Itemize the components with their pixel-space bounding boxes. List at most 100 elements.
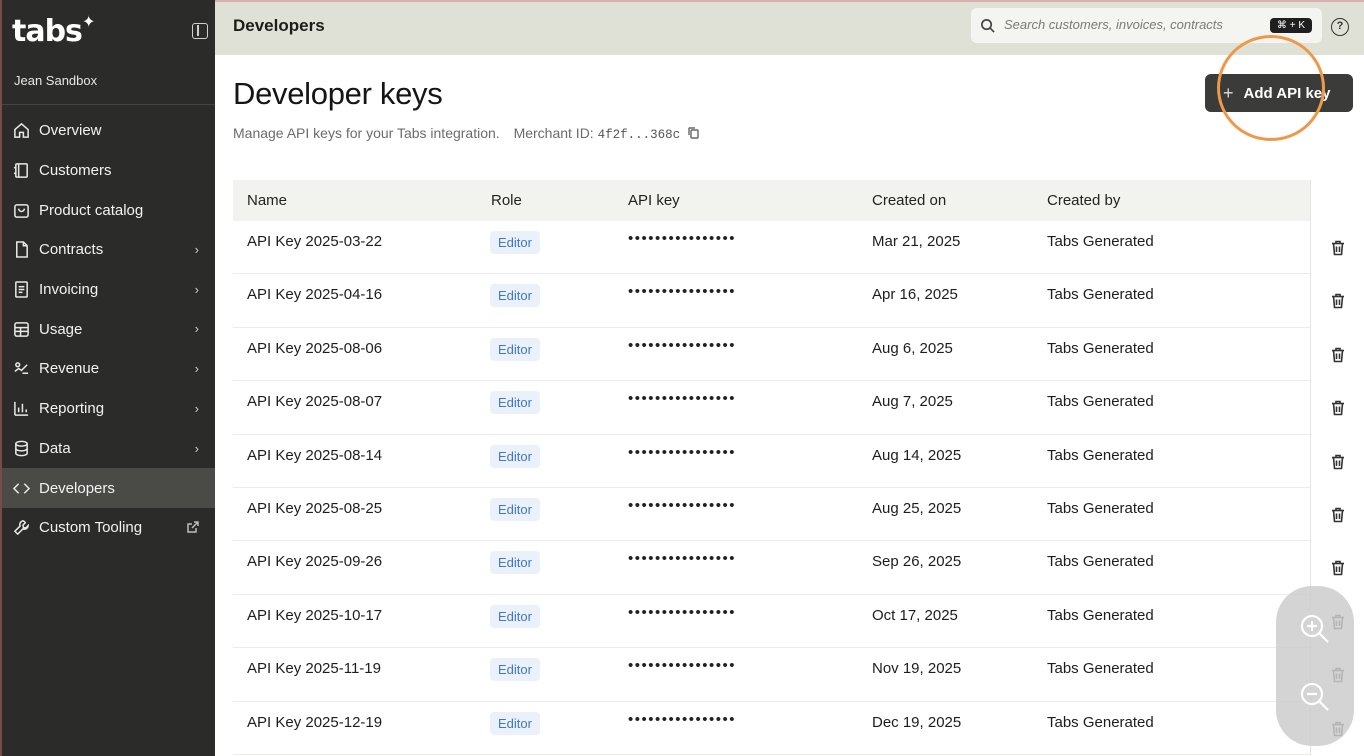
sidebar: tabs ✦ Jean Sandbox Overview Customers Pro… [0, 0, 215, 756]
created-by: Tabs Generated [1047, 446, 1154, 464]
table-row[interactable]: API Key 2025-04-16 Editor ••••••••••••••••… [233, 274, 1344, 328]
masked-api-key: •••••••••••••••• [628, 283, 737, 301]
sidebar-item-label: Usage [39, 320, 83, 338]
sidebar-item-product-catalog[interactable]: Product catalog [2, 190, 215, 230]
column-header-name[interactable]: Name [247, 192, 287, 209]
table-row[interactable]: API Key 2025-03-22 Editor ••••••••••••••••… [233, 221, 1344, 275]
key-name: API Key 2025-04-16 [247, 286, 383, 304]
created-on: Dec 19, 2025 [872, 713, 962, 731]
invoice-icon [12, 281, 30, 299]
column-header-role[interactable]: Role [491, 192, 522, 209]
chevron-right-icon: › [194, 361, 199, 377]
key-name: API Key 2025-10-17 [247, 606, 383, 624]
key-name: API Key 2025-08-06 [247, 339, 383, 357]
sidebar-nav: Overview Customers Product catalog Contract… [2, 111, 215, 548]
sidebar-item-label: Revenue [39, 360, 100, 378]
created-by: Tabs Generated [1047, 660, 1154, 678]
sidebar-item-developers[interactable]: Developers [2, 468, 215, 508]
created-on: Aug 14, 2025 [872, 446, 962, 464]
click-highlight-ring [1217, 35, 1325, 141]
chevron-right-icon: › [194, 321, 199, 337]
delete-icon[interactable] [1331, 347, 1345, 363]
masked-api-key: •••••••••••••••• [628, 550, 737, 568]
table-row[interactable]: API Key 2025-09-26 Editor ••••••••••••••••… [233, 541, 1344, 595]
table-body: API Key 2025-03-22 Editor ••••••••••••••••… [233, 221, 1353, 755]
delete-icon[interactable] [1331, 240, 1345, 256]
collapse-sidebar-icon[interactable] [192, 23, 208, 39]
table-row[interactable]: API Key 2025-08-06 Editor ••••••••••••••••… [233, 327, 1344, 382]
revenue-icon [12, 360, 30, 378]
chevron-right-icon: › [194, 242, 199, 258]
sidebar-item-label: Customers [39, 162, 112, 180]
shortcut-badge: ⌘ + K [1269, 18, 1312, 33]
sidebar-item-label: Invoicing [39, 281, 99, 299]
zoom-controls [1276, 586, 1354, 746]
chart-icon [12, 400, 30, 418]
table-row[interactable]: API Key 2025-08-07 Editor ••••••••••••••••… [233, 381, 1344, 435]
sidebar-item-data[interactable]: Data › [2, 429, 215, 469]
delete-icon[interactable] [1331, 507, 1345, 523]
masked-api-key: •••••••••••••••• [628, 657, 737, 675]
column-header-created-on[interactable]: Created on [872, 192, 946, 209]
column-header-created-by[interactable]: Created by [1047, 192, 1120, 209]
created-by: Tabs Generated [1047, 713, 1154, 731]
table-row[interactable]: API Key 2025-10-17 Editor ••••••••••••••••… [233, 594, 1344, 649]
created-by: Tabs Generated [1047, 606, 1154, 624]
table-row[interactable]: API Key 2025-08-25 Editor ••••••••••••••••… [233, 487, 1344, 542]
subtitle-text: Manage API keys for your Tabs integratio… [233, 125, 500, 141]
zoom-in-icon[interactable] [1298, 612, 1332, 646]
column-header-actions [1310, 180, 1353, 221]
delete-icon[interactable] [1331, 400, 1345, 416]
sidebar-item-label: Data [39, 439, 71, 457]
sidebar-item-label: Custom Tooling [39, 519, 143, 537]
external-link-icon [187, 520, 199, 537]
key-name: API Key 2025-12-19 [247, 713, 383, 731]
key-name: API Key 2025-08-25 [247, 499, 383, 517]
sidebar-item-revenue[interactable]: Revenue › [2, 349, 215, 389]
masked-api-key: •••••••••••••••• [628, 390, 737, 408]
created-by: Tabs Generated [1047, 553, 1154, 571]
chevron-right-icon: › [194, 281, 199, 297]
delete-icon[interactable] [1331, 560, 1345, 576]
table-row[interactable]: API Key 2025-11-19 Editor ••••••••••••••••… [233, 648, 1344, 702]
bag-icon [12, 201, 30, 219]
role-badge: Editor [490, 711, 540, 735]
copy-icon[interactable] [688, 126, 699, 139]
table-row[interactable]: API Key 2025-08-14 Editor ••••••••••••••••… [233, 434, 1344, 488]
created-by: Tabs Generated [1047, 499, 1154, 517]
created-by: Tabs Generated [1047, 286, 1154, 304]
zoom-out-icon[interactable] [1298, 680, 1332, 714]
sidebar-item-custom-tooling[interactable]: Custom Tooling [2, 508, 215, 548]
masked-api-key: •••••••••••••••• [628, 443, 737, 461]
sidebar-item-contracts[interactable]: Contracts › [2, 230, 215, 270]
sidebar-item-customers[interactable]: Customers [2, 151, 215, 191]
role-badge: Editor [490, 231, 540, 254]
home-icon [12, 122, 30, 140]
sidebar-item-label: Reporting [39, 400, 105, 418]
column-header-api-key[interactable]: API key [628, 192, 680, 209]
sidebar-item-reporting[interactable]: Reporting › [2, 389, 215, 429]
search-icon [980, 18, 995, 33]
role-badge: Editor [490, 604, 540, 628]
table-row[interactable]: API Key 2025-12-19 Editor ••••••••••••••••… [233, 701, 1344, 755]
sidebar-item-label: Product catalog [39, 201, 144, 219]
sidebar-item-label: Overview [39, 122, 102, 140]
workspace-name[interactable]: Jean Sandbox [14, 73, 97, 88]
search-input[interactable] [1004, 17, 1254, 32]
role-badge: Editor [490, 658, 540, 682]
role-badge: Editor [490, 337, 540, 361]
sidebar-item-overview[interactable]: Overview [2, 111, 215, 151]
created-on: Aug 7, 2025 [872, 393, 953, 411]
help-icon[interactable]: ? [1331, 18, 1349, 36]
role-badge: Editor [490, 391, 540, 415]
page-subtitle: Manage API keys for your Tabs integratio… [233, 125, 699, 142]
logo[interactable]: tabs [12, 14, 83, 49]
delete-icon[interactable] [1331, 293, 1345, 309]
sidebar-item-invoicing[interactable]: Invoicing › [2, 270, 215, 310]
created-on: Aug 25, 2025 [872, 499, 962, 517]
sidebar-item-usage[interactable]: Usage › [2, 309, 215, 349]
delete-icon[interactable] [1331, 454, 1345, 470]
database-icon [12, 439, 30, 457]
masked-api-key: •••••••••••••••• [628, 230, 737, 247]
file-icon [12, 241, 30, 259]
